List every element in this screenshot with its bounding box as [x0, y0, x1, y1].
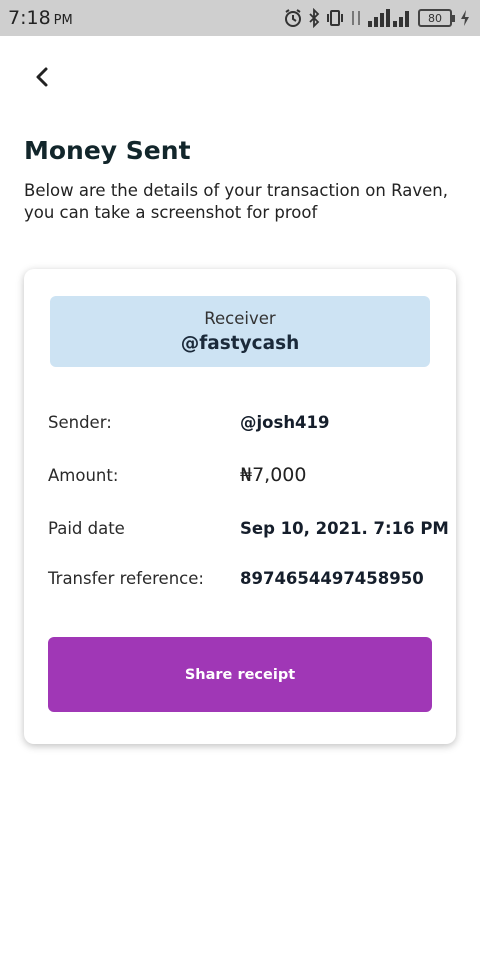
receiver-box: Receiver @fastycash: [50, 296, 430, 367]
status-clock: 7:18: [8, 7, 51, 29]
back-button[interactable]: [28, 64, 56, 94]
sender-row: Sender: @josh419: [48, 413, 438, 437]
sender-value: @josh419: [240, 413, 330, 432]
paid-date-label: Paid date: [48, 519, 125, 538]
receiver-value: @fastycash: [180, 333, 300, 354]
status-ampm: PM: [53, 13, 73, 28]
data-transfer-icon: [350, 8, 362, 28]
page-title: Money Sent: [24, 136, 191, 165]
transfer-reference-row: Transfer reference: 8974654497458950: [48, 569, 438, 593]
sender-label: Sender:: [48, 413, 112, 432]
receipt-card: Receiver @fastycash Sender: @josh419 Amo…: [24, 269, 456, 744]
bluetooth-icon: [308, 8, 320, 28]
battery-tip: [452, 14, 455, 22]
amount-value: ₦7,000: [240, 464, 307, 486]
page-subtitle: Below are the details of your transactio…: [24, 181, 448, 222]
amount-label: Amount:: [48, 466, 119, 485]
charging-icon: [460, 10, 470, 26]
signal-icon: [367, 8, 413, 28]
status-time: 7:18 PM: [8, 7, 73, 29]
alarm-icon: [283, 8, 303, 28]
share-receipt-button[interactable]: Share receipt: [48, 637, 432, 712]
paid-date-value: Sep 10, 2021. 7:16 PM: [240, 519, 449, 538]
battery-level: 80: [418, 9, 452, 27]
receiver-label: Receiver: [204, 309, 276, 328]
vibrate-icon: [325, 8, 345, 28]
status-bar: 7:18 PM 80: [0, 0, 480, 36]
transfer-reference-label: Transfer reference:: [48, 569, 204, 588]
paid-date-row: Paid date Sep 10, 2021. 7:16 PM: [48, 519, 449, 543]
back-arrow-icon: [34, 66, 50, 93]
amount-row: Amount: ₦7,000: [48, 464, 438, 490]
transfer-reference-value: 8974654497458950: [240, 569, 424, 588]
status-icons: 80: [283, 8, 470, 28]
battery-icon: 80: [418, 9, 455, 27]
